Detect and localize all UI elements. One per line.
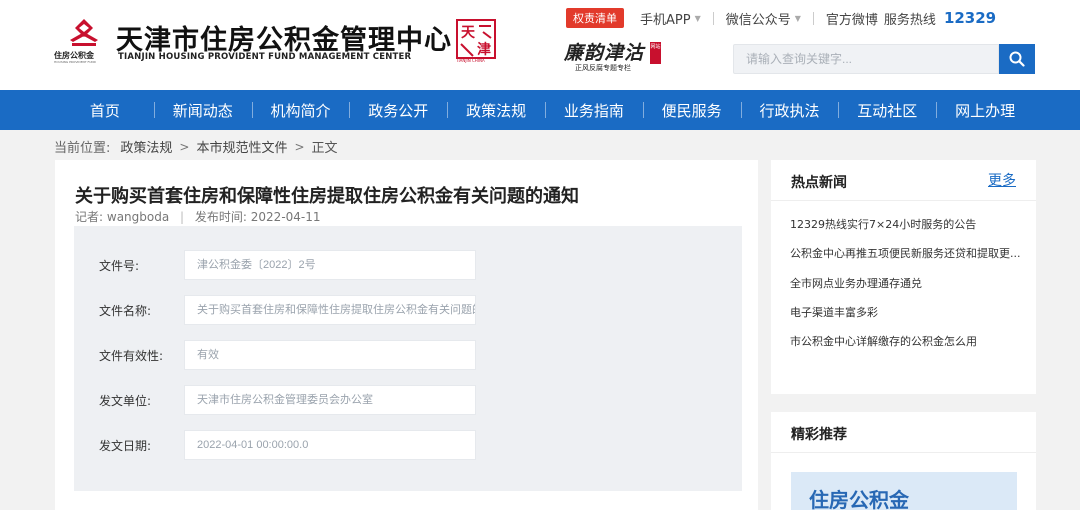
recommend-card: 精彩推荐 住房公积金 [771,412,1036,510]
integrity-column-subtitle: 正风反腐专题专栏 [575,64,631,72]
more-link[interactable]: 更多 [988,170,1016,190]
mobile-app-label: 手机APP [640,12,691,28]
nav-policy[interactable]: 政策法规 [447,90,545,130]
breadcrumb-policy[interactable]: 政策法规 [120,137,172,156]
breadcrumb-label: 当前位置: [54,141,111,156]
chevron-down-icon: ▼ [694,13,701,23]
info-row-issue-date: 发文日期: 2022-04-01 00:00:00.0 [74,430,742,460]
recommend-banner-text: 住房公积金 [809,488,909,510]
info-row-validity: 文件有效性: 有效 [74,340,742,370]
logo-caption-en: HOUSING PROVIDENT FUND [54,60,96,64]
article-card: 关于购买首套住房和保障性住房提取住房公积金有关问题的通知 记者: wangbod… [55,160,758,510]
integrity-column-logo[interactable]: 廉韵津沽 [564,38,644,65]
info-row-issuer: 发文单位: 天津市住房公积金管理委员会办公室 [74,385,742,415]
author-name: wangboda [106,210,170,224]
svg-text:津: 津 [477,41,491,58]
weibo-link[interactable]: 官方微博 [826,9,878,28]
doc-number-label: 文件号: [99,259,140,273]
mobile-app-link[interactable]: 手机APP ▼ [640,9,701,28]
divider [771,200,1036,201]
top-links-bar: 权责清单 手机APP ▼ 微信公众号 ▼ 官方微博 服务热线 12329 [566,8,996,28]
wechat-label: 微信公众号 [725,12,791,28]
breadcrumb-local-docs[interactable]: 本市规范性文件 [196,137,287,156]
divider [812,11,814,25]
chevron-down-icon: ▼ [794,13,801,23]
doc-name-label: 文件名称: [99,304,152,318]
doc-number-field[interactable]: 津公积金委〔2022〕2号 [184,250,476,280]
recommend-title: 精彩推荐 [791,427,847,443]
document-info-panel: 文件号: 津公积金委〔2022〕2号 文件名称: 关于购买首套住房和保障性住房提… [74,226,742,491]
wechat-link[interactable]: 微信公众号 ▼ [726,9,801,28]
nav-services[interactable]: 便民服务 [642,90,741,130]
issue-date-label: 发文日期: [99,439,152,453]
rights-list-badge[interactable]: 权责清单 [566,8,624,28]
publish-date-label: 发布时间: [194,210,247,224]
hot-news-title: 热点新闻 [791,175,847,191]
info-row-doc-name: 文件名称: 关于购买首套住房和保障性住房提取住房公积金有关问题的通知 [74,295,742,325]
search-icon [1009,51,1025,67]
website-tag: 网站 [650,42,661,64]
article-meta: 记者: wangboda | 发布时间: 2022-04-11 [75,208,321,225]
site-header: 住房公积金 HOUSING PROVIDENT FUND 天津市住房公积金管理中… [0,0,1080,90]
issuer-field[interactable]: 天津市住房公积金管理委员会办公室 [184,385,476,415]
breadcrumb-separator: > [179,139,190,154]
search-button[interactable] [999,44,1035,74]
nav-online-services[interactable]: 网上办理 [936,90,1034,130]
nav-news[interactable]: 新闻动态 [153,90,252,130]
author-label: 记者: [75,210,104,224]
nav-home[interactable]: 首页 [56,90,154,130]
divider [712,11,714,25]
hotline-label: 服务热线 [883,12,936,28]
nav-law-enforcement[interactable]: 行政执法 [740,90,839,130]
divider [771,452,1036,453]
breadcrumb: 当前位置: 政策法规 > 本市规范性文件 > 正文 [54,137,338,157]
validity-field[interactable]: 有效 [184,340,476,370]
svg-text:天: 天 [461,25,476,41]
provident-fund-logo-icon[interactable] [62,18,106,48]
recommend-banner[interactable]: 住房公积金 [791,472,1017,510]
validity-label: 文件有效性: [99,349,164,363]
article-title: 关于购买首套住房和保障性住房提取住房公积金有关问题的通知 [75,186,579,207]
publish-date: 2022-04-11 [250,210,321,224]
news-item[interactable]: 公积金中心再推五项便民新服务还贷和提取更... [790,245,1030,261]
site-title-en: TIANJIN HOUSING PROVIDENT FUND MANAGEMEN… [118,52,412,62]
news-item[interactable]: 市公积金中心详解缴存的公积金怎么用 [790,333,1030,349]
nav-business-guide[interactable]: 业务指南 [544,90,643,130]
breadcrumb-separator: > [294,139,305,154]
news-item[interactable]: 电子渠道丰富多彩 [790,304,1030,320]
info-row-doc-number: 文件号: 津公积金委〔2022〕2号 [74,250,742,280]
nav-community[interactable]: 互动社区 [838,90,936,130]
nav-government-affairs[interactable]: 政务公开 [349,90,447,130]
seal-label: TIANJIN CHINA [456,58,485,63]
main-nav: 首页 新闻动态 机构简介 政务公开 政策法规 业务指南 便民服务 行政执法 互动… [0,90,1080,130]
issue-date-field[interactable]: 2022-04-01 00:00:00.0 [184,430,476,460]
hotline-number: 12329 [943,9,997,27]
hot-news-card: 热点新闻 更多 12329热线实行7×24小时服务的公告 公积金中心再推五项便民… [771,160,1036,394]
news-item[interactable]: 全市网点业务办理通存通兑 [790,275,1030,291]
breadcrumb-current: 正文 [311,141,338,156]
issuer-label: 发文单位: [99,394,152,408]
search-input[interactable] [733,44,999,74]
nav-about[interactable]: 机构简介 [251,90,350,130]
meta-divider: | [180,210,185,224]
news-item[interactable]: 12329热线实行7×24小时服务的公告 [790,216,1030,232]
doc-name-field[interactable]: 关于购买首套住房和保障性住房提取住房公积金有关问题的通知 [184,295,476,325]
